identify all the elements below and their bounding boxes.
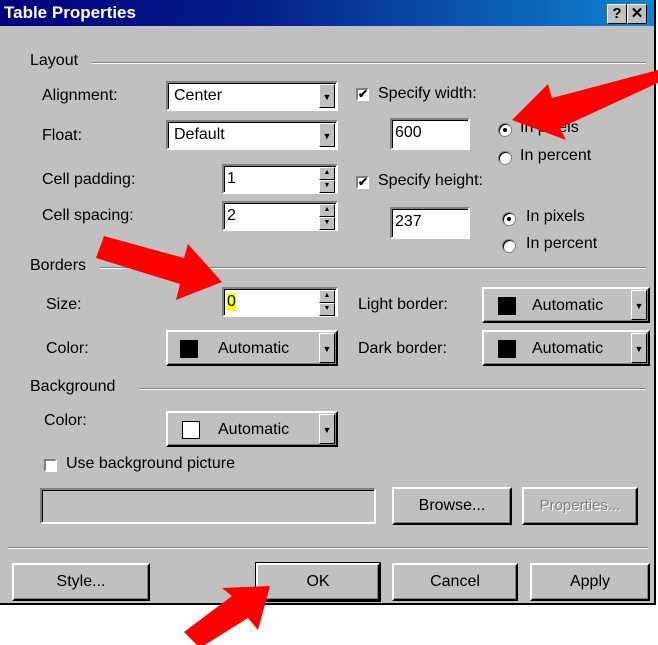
arrow-to-ok-button-icon [184, 586, 270, 645]
arrow-icon [96, 70, 658, 645]
arrow-to-border-size-icon [96, 236, 222, 300]
annotation-layer [96, 70, 658, 645]
arrow-to-specify-width-icon [512, 70, 658, 140]
